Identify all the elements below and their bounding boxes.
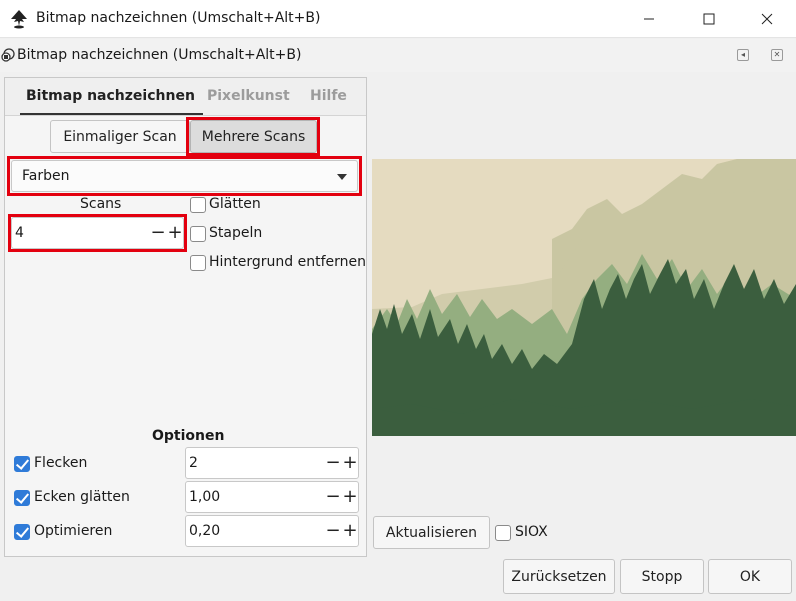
stop-button[interactable]: Stopp xyxy=(620,559,704,594)
dock-close-icon: ✕ xyxy=(773,50,781,59)
dock-minimize-button[interactable]: ◂ xyxy=(737,49,749,61)
highlight-box-mode xyxy=(7,156,362,196)
hintergrund-entfernen-label: Hintergrund entfernen xyxy=(209,254,367,270)
ecken-glaetten-checkbox[interactable] xyxy=(14,490,30,506)
tab-pixelkunst[interactable]: Pixelkunst xyxy=(207,88,290,104)
forest-preview-graphic xyxy=(372,159,796,436)
glaetten-checkbox[interactable] xyxy=(190,197,206,213)
reset-button[interactable]: Zurücksetzen xyxy=(503,559,615,594)
ok-label: OK xyxy=(739,568,761,585)
minus-icon[interactable]: − xyxy=(325,487,341,507)
minus-icon[interactable]: − xyxy=(325,521,341,541)
ecken-glaetten-value: 1,00 xyxy=(189,489,221,505)
optionen-heading: Optionen xyxy=(152,428,225,444)
plus-icon[interactable]: + xyxy=(342,453,358,473)
tab-hilfe[interactable]: Hilfe xyxy=(310,88,347,104)
flecken-spinbox[interactable]: 2 − + xyxy=(185,447,359,479)
ecken-glaetten-label: Ecken glätten xyxy=(34,489,130,505)
trace-preview-image xyxy=(372,159,796,436)
stapeln-label: Stapeln xyxy=(209,225,263,241)
tab-bitmap-nachzeichnen[interactable]: Bitmap nachzeichnen xyxy=(20,88,203,115)
minus-icon[interactable]: − xyxy=(325,453,341,473)
minimize-button[interactable] xyxy=(626,0,672,38)
siox-label: SIOX xyxy=(515,524,548,540)
dock-close-button[interactable]: ✕ xyxy=(771,49,783,61)
optimieren-value: 0,20 xyxy=(189,523,221,539)
plus-icon[interactable]: + xyxy=(342,487,358,507)
trace-bitmap-icon xyxy=(1,48,15,62)
update-label: Aktualisieren xyxy=(385,524,478,541)
window-title: Bitmap nachzeichnen (Umschalt+Alt+B) xyxy=(36,10,321,26)
inkscape-icon xyxy=(11,10,27,29)
highlight-box-scans xyxy=(8,214,187,252)
dock-header: Bitmap nachzeichnen (Umschalt+Alt+B) ◂ ✕ xyxy=(0,39,796,72)
flecken-label: Flecken xyxy=(34,455,88,471)
tab-bar: Bitmap nachzeichnen Pixelkunst Hilfe xyxy=(5,78,366,116)
single-scan-label: Einmaliger Scan xyxy=(63,128,177,145)
ok-button[interactable]: OK xyxy=(708,559,792,594)
maximize-button[interactable] xyxy=(686,0,732,38)
close-icon xyxy=(761,13,773,25)
window-title-bar: Bitmap nachzeichnen (Umschalt+Alt+B) xyxy=(0,0,796,38)
single-scan-button[interactable]: Einmaliger Scan xyxy=(50,120,190,153)
highlight-box-multiple-scans xyxy=(186,117,320,156)
flecken-value: 2 xyxy=(189,455,198,471)
optimieren-spinbox[interactable]: 0,20 − + xyxy=(185,515,359,547)
ecken-glaetten-spinbox[interactable]: 1,00 − + xyxy=(185,481,359,513)
siox-checkbox[interactable] xyxy=(495,525,511,541)
minimize-icon xyxy=(644,18,654,20)
dock-collapse-icon: ◂ xyxy=(740,50,745,59)
plus-icon[interactable]: + xyxy=(342,521,358,541)
stapeln-checkbox[interactable] xyxy=(190,226,206,242)
reset-label: Zurücksetzen xyxy=(511,568,607,585)
close-button[interactable] xyxy=(744,0,790,38)
maximize-icon xyxy=(703,13,715,25)
stop-label: Stopp xyxy=(641,568,683,585)
update-button[interactable]: Aktualisieren xyxy=(373,516,490,549)
optimieren-label: Optimieren xyxy=(34,523,113,539)
scans-label: Scans xyxy=(80,196,122,212)
optimieren-checkbox[interactable] xyxy=(14,524,30,540)
dock-title: Bitmap nachzeichnen (Umschalt+Alt+B) xyxy=(17,47,302,63)
hintergrund-entfernen-checkbox[interactable] xyxy=(190,255,206,271)
glaetten-label: Glätten xyxy=(209,196,261,212)
flecken-checkbox[interactable] xyxy=(14,456,30,472)
